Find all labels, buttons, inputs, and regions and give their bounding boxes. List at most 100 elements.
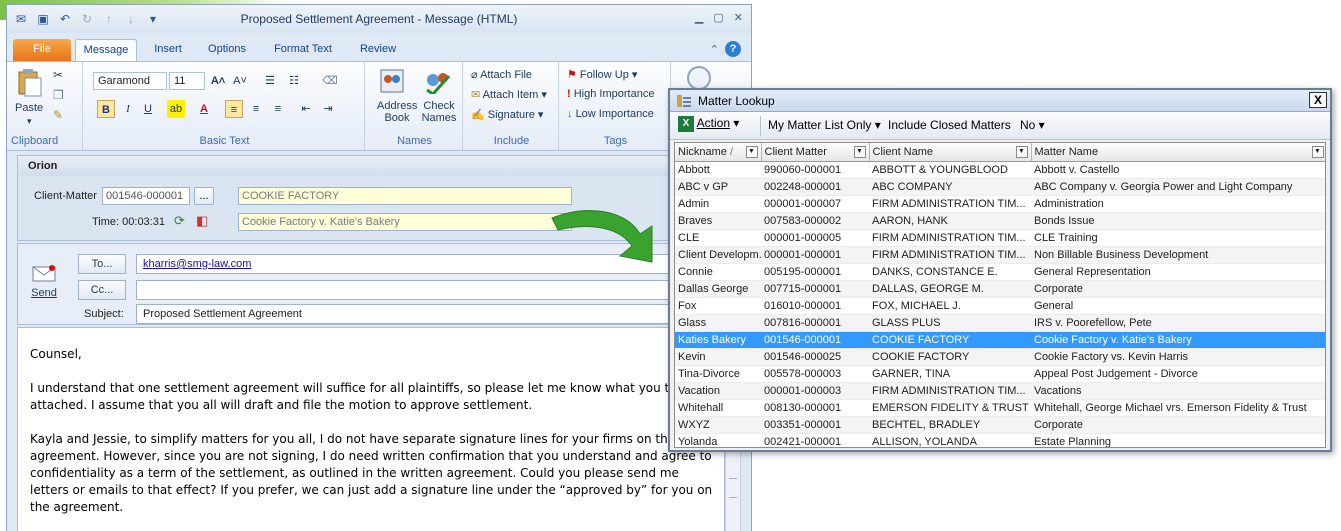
col-header-nickname[interactable]: Nickname / ▼ [675,143,762,162]
cc-button[interactable]: Cc... [78,280,126,300]
tab-options[interactable]: Options [199,39,255,61]
table-row[interactable]: ABC v GP 002248-000001 ABC COMPANY ABC Comp… [675,178,1325,196]
attach-file-button[interactable]: ⌀ Attach File [471,68,532,81]
clear-formatting-icon[interactable]: ⌫ [321,72,339,90]
tab-review[interactable]: Review [351,39,405,61]
col-header-client-name[interactable]: Client Name ▼ [869,143,1032,162]
underline-button[interactable]: U [139,100,157,118]
include-closed-select[interactable]: No ▾ [1020,118,1045,132]
action-menu[interactable]: X Action ▾ [678,116,739,132]
cc-field[interactable] [136,280,736,300]
italic-button[interactable]: I [119,100,137,118]
cell-client-name: BECHTEL, BRADLEY [869,416,1031,434]
table-row[interactable]: Yolanda 002421-000001 ALLISON, YOLANDA Esta… [675,433,1325,447]
table-row[interactable]: Katies Bakery 001546-000001 COOKIE FACTORY… [675,331,1325,349]
cell-client-matter: 000001-000001 [761,246,869,264]
follow-up-button[interactable]: ⚑ Follow Up ▾ [567,68,637,81]
include-closed-label: Include Closed Matters [888,118,1011,132]
tab-file[interactable]: File [13,39,71,61]
table-row[interactable]: Whitehall 008130-000001 EMERSON FIDELITY &… [675,399,1325,417]
paste-dropdown-icon[interactable]: ▾ [27,116,32,127]
font-name-select[interactable]: Garamond [93,72,167,90]
cell-matter-name: ABC Company v. Georgia Power and Light C… [1031,178,1325,196]
send-button[interactable]: Send [24,264,64,310]
basic-text-group: Garamond 11 A˄ A˅ ☰ ☷ ⌫ B I U ab A ≡ ≡ ≡… [85,62,365,150]
client-matter-field[interactable]: 001546-000001 [102,187,190,205]
shrink-font-icon[interactable]: A˅ [231,72,249,90]
col-header-matter-name[interactable]: Matter Name ▼ [1031,143,1325,162]
to-recipient[interactable]: kharris@smg-law.com [143,258,251,270]
ribbon-collapse-icon[interactable]: ⌃ [710,43,719,56]
tab-format-text[interactable]: Format Text [263,39,343,61]
table-row[interactable]: Admin 000001-000007 FIRM ADMINISTRATION TI… [675,195,1325,213]
scrollbar-grip[interactable] [729,478,737,498]
filter-dropdown-icon[interactable]: ▼ [853,146,866,158]
action-label: Action [696,116,731,131]
paste-button[interactable]: Paste [15,102,43,114]
cell-client-matter: 990060-000001 [761,161,869,179]
subject-field[interactable]: Proposed Settlement Agreement [136,304,736,324]
bullets-icon[interactable]: ☰ [261,72,279,90]
table-row[interactable]: WXYZ 003351-000001 BECHTEL, BRADLEY Corpora… [675,416,1325,434]
filter-dropdown-icon[interactable]: ▼ [1015,146,1028,158]
zoom-icon[interactable] [687,66,711,90]
tab-message[interactable]: Message [75,39,137,61]
address-book-button[interactable]: Address Book [377,100,417,124]
bold-button[interactable]: B [97,100,115,118]
table-row[interactable]: Abbott 990060-000001 ABBOTT & YOUNGBLOOD Ab… [675,161,1325,179]
check-names-label-1: Check [423,100,455,112]
cell-client-name: ABC COMPANY [869,178,1031,196]
table-row[interactable]: Glass 007816-000001 GLASS PLUS IRS v. Poore… [675,314,1325,332]
table-row[interactable]: Dallas George 007715-000001 DALLAS, GEORGE… [675,280,1325,298]
cell-matter-name: Appeal Post Judgement - Divorce [1031,365,1325,383]
copy-icon[interactable]: ❐ [53,88,64,102]
increase-indent-icon[interactable]: ⇥ [319,100,337,118]
dialog-close-button[interactable]: X [1309,92,1327,108]
table-row[interactable]: Vacation 000001-000003 FIRM ADMINISTRATION… [675,382,1325,400]
screenshot-page: ✉ ▣ ↶ ↻ ↑ ↓ ▾ Proposed Settlement Agreem… [0,0,1341,531]
browse-matter-button[interactable]: ... [194,187,214,205]
cell-matter-name: Non Billable Business Development [1031,246,1325,264]
table-row[interactable]: Fox 016010-000001 FOX, MICHAEL J. General [675,297,1325,315]
timer-stop-icon[interactable]: ◧ [196,213,208,229]
minimize-icon[interactable]: ▁ [695,11,703,24]
cell-client-matter: 005195-000001 [761,263,869,281]
highlight-icon[interactable]: ab [167,100,185,118]
signature-button[interactable]: ✍ Signature ▾ [471,108,543,121]
help-icon[interactable]: ? [725,41,741,57]
table-row[interactable]: Client Developm... 000001-000001 FIRM ADMI… [675,246,1325,264]
align-center-icon[interactable]: ≡ [247,100,265,118]
attach-item-button[interactable]: ✉ Attach Item ▾ [471,88,547,101]
table-row[interactable]: Kevin 001546-000025 COOKIE FACTORY Cookie F… [675,348,1325,366]
format-painter-icon[interactable]: ✎ [53,108,63,122]
timer-start-icon[interactable]: ⟳ [174,213,185,229]
maximize-icon[interactable]: ▢ [713,11,723,24]
table-row[interactable]: CLE 000001-000005 FIRM ADMINISTRATION TIM.… [675,229,1325,247]
table-row[interactable]: Connie 005195-000001 DANKS, CONSTANCE E. Ge… [675,263,1325,281]
my-matter-list-toggle[interactable]: My Matter List Only ▾ [768,118,881,132]
paperclip-icon: ⌀ [471,69,481,81]
cut-icon[interactable]: ✂ [53,68,63,82]
decrease-indent-icon[interactable]: ⇤ [297,100,315,118]
grow-font-icon[interactable]: A˄ [209,72,227,90]
table-row[interactable]: Braves 007583-000002 AARON, HANK Bonds Issu… [675,212,1325,230]
col-header-client-matter[interactable]: Client Matter ▼ [761,143,870,162]
message-body[interactable]: Counsel, I understand that one settlemen… [17,327,725,531]
font-size-select[interactable]: 11 [169,72,205,90]
tab-insert[interactable]: Insert [143,39,193,61]
high-importance-button[interactable]: ! High Importance [567,88,654,100]
to-button[interactable]: To... [78,254,126,274]
align-left-icon[interactable]: ≡ [225,100,243,118]
filter-dropdown-icon[interactable]: ▼ [1311,146,1324,158]
filter-dropdown-icon[interactable]: ▼ [745,146,758,158]
exclamation-icon: ! [567,88,574,100]
check-names-button[interactable]: Check Names [421,100,457,124]
cell-client-name: GARNER, TINA [869,365,1031,383]
font-color-icon[interactable]: A [195,100,213,118]
low-importance-button[interactable]: ↓ Low Importance [567,108,654,120]
numbering-icon[interactable]: ☷ [285,72,303,90]
subject-label: Subject: [84,308,124,320]
align-right-icon[interactable]: ≡ [269,100,287,118]
table-row[interactable]: Tina-Divorce 005578-000003 GARNER, TINA App… [675,365,1325,383]
close-icon[interactable]: ✕ [734,11,743,24]
